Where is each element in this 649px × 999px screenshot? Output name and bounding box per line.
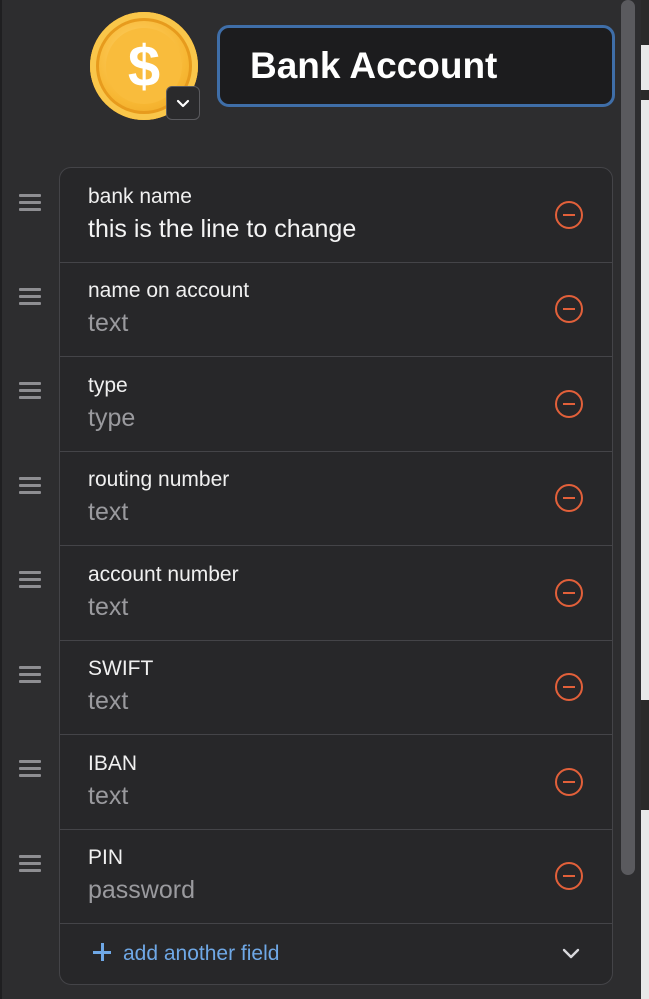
add-field-button[interactable]: add another field bbox=[123, 942, 279, 966]
item-editor-panel: $ Bank Account bank name this is the lin… bbox=[0, 0, 649, 999]
remove-field-icon[interactable] bbox=[555, 484, 583, 512]
panel-edge bbox=[0, 0, 2, 999]
field-value-input[interactable]: text bbox=[88, 309, 128, 338]
svg-text:$: $ bbox=[128, 34, 160, 99]
background-window-edge bbox=[641, 0, 649, 999]
field-label: SWIFT bbox=[88, 657, 154, 680]
remove-field-icon[interactable] bbox=[555, 673, 583, 701]
field-label: routing number bbox=[88, 468, 230, 491]
field-label: type bbox=[88, 374, 128, 397]
drag-handle-icon[interactable] bbox=[19, 760, 41, 778]
add-field-row[interactable]: add another field bbox=[60, 925, 612, 984]
field-label: IBAN bbox=[88, 752, 138, 775]
drag-handle-icon[interactable] bbox=[19, 666, 41, 684]
drag-handle-icon[interactable] bbox=[19, 855, 41, 873]
drag-handle-icon[interactable] bbox=[19, 477, 41, 495]
chevron-down-icon bbox=[176, 99, 190, 108]
field-label: bank name bbox=[88, 185, 192, 208]
field-label: account number bbox=[88, 563, 239, 586]
remove-field-icon[interactable] bbox=[555, 295, 583, 323]
field-label: name on account bbox=[88, 279, 250, 302]
drag-handle-icon[interactable] bbox=[19, 382, 41, 400]
field-value-input[interactable]: password bbox=[88, 876, 195, 905]
remove-field-icon[interactable] bbox=[555, 768, 583, 796]
field-row-routing-number[interactable]: routing number text bbox=[60, 451, 612, 546]
drag-handle-icon[interactable] bbox=[19, 194, 41, 212]
field-value-input[interactable]: text bbox=[88, 687, 128, 716]
scrollbar-thumb[interactable] bbox=[621, 0, 635, 875]
chevron-down-icon[interactable] bbox=[559, 941, 583, 965]
field-value-input[interactable]: text bbox=[88, 498, 128, 527]
field-row-swift[interactable]: SWIFT text bbox=[60, 640, 612, 735]
remove-field-icon[interactable] bbox=[555, 201, 583, 229]
title-field[interactable]: Bank Account bbox=[217, 25, 615, 107]
icon-dropdown-button[interactable] bbox=[166, 86, 200, 120]
drag-handle-icon[interactable] bbox=[19, 571, 41, 589]
field-row-name-on-account[interactable]: name on account text bbox=[60, 262, 612, 357]
field-value-input[interactable]: text bbox=[88, 593, 128, 622]
field-row-account-number[interactable]: account number text bbox=[60, 546, 612, 641]
field-value-input[interactable]: text bbox=[88, 782, 128, 811]
remove-field-icon[interactable] bbox=[555, 390, 583, 418]
plus-icon[interactable] bbox=[92, 942, 112, 962]
title-input[interactable]: Bank Account bbox=[250, 28, 602, 104]
remove-field-icon[interactable] bbox=[555, 579, 583, 607]
field-row-bank-name[interactable]: bank name this is the line to change bbox=[60, 168, 612, 263]
field-label: PIN bbox=[88, 846, 124, 869]
field-value-input[interactable]: type bbox=[88, 404, 135, 433]
field-row-type[interactable]: type type bbox=[60, 357, 612, 452]
remove-field-icon[interactable] bbox=[555, 862, 583, 890]
field-row-pin[interactable]: PIN password bbox=[60, 829, 612, 924]
field-row-iban[interactable]: IBAN text bbox=[60, 735, 612, 830]
field-value-input[interactable]: this is the line to change bbox=[88, 215, 356, 244]
drag-handle-icon[interactable] bbox=[19, 288, 41, 306]
fields-list: bank name this is the line to change nam… bbox=[59, 167, 613, 985]
